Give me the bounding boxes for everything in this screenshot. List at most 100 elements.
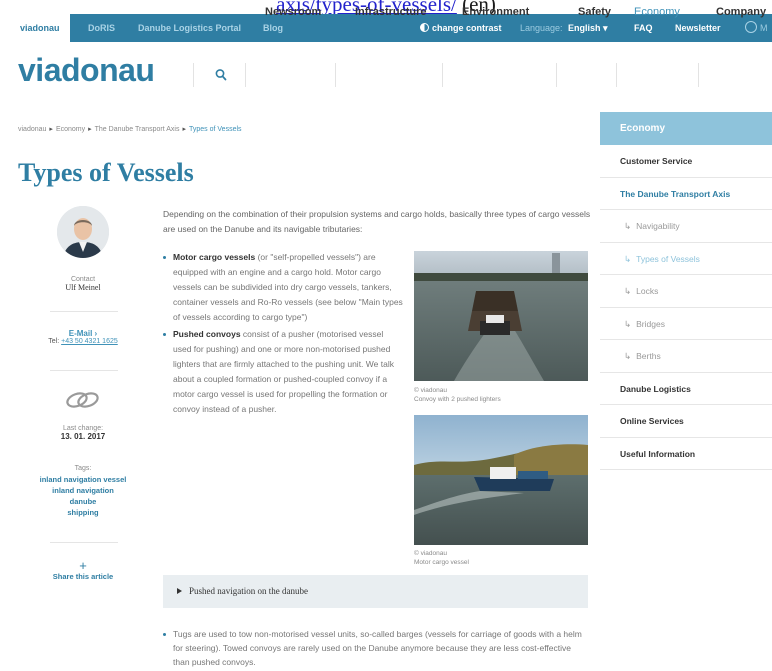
sub-arrow-icon: ↳ — [624, 318, 632, 329]
nav-divider — [335, 63, 336, 87]
sidebar-item-locks[interactable]: ↳ Locks — [600, 275, 772, 308]
convoy-caption: © viadonau Convoy with 2 pushed lighters — [414, 386, 501, 404]
link-icon — [66, 392, 99, 408]
sub-arrow-icon: ↳ — [624, 351, 632, 361]
breadcrumb-arrow-icon: ▸ — [88, 126, 92, 133]
bullet-text: Tugs are used to tow non-motorised vesse… — [173, 629, 582, 667]
sidebar-item-bridges[interactable]: ↳ Bridges — [600, 308, 772, 340]
sidebar-item-customer-service[interactable]: Customer Service — [600, 145, 772, 178]
divider — [50, 542, 118, 543]
breadcrumb-item[interactable]: The Danube Transport Axis — [95, 126, 180, 133]
tab-doris[interactable]: DoRIS — [78, 14, 125, 42]
share-label: Share this article — [52, 572, 114, 581]
tag-link[interactable]: danube — [22, 496, 144, 507]
nav-divider — [245, 63, 246, 87]
list-item: Motor cargo vessels (or "self-propelled … — [163, 250, 403, 325]
nav-divider — [616, 63, 617, 87]
bullet-text: consist of a pusher (motorised vessel us… — [173, 329, 394, 414]
nav-economy[interactable]: Economy — [634, 0, 680, 24]
photo-credit: © viadonau — [414, 387, 447, 394]
motor-cargo-image — [414, 415, 588, 545]
tel-label: Tel: — [48, 338, 60, 345]
sidebar-item-label: Berths — [636, 351, 661, 361]
bullet-heading: Pushed convoys — [173, 329, 241, 339]
tugs-list-item: Tugs are used to tow non-motorised vesse… — [163, 627, 588, 669]
site-logo[interactable]: viadonau — [18, 52, 155, 89]
newsletter-link[interactable]: Newsletter — [675, 14, 721, 42]
breadcrumb-arrow-icon: ▸ — [49, 126, 53, 133]
sub-arrow-icon: ↳ — [624, 286, 632, 296]
contact-block: Contact Ulf Meinel — [22, 276, 144, 292]
caret-down-icon: ▾ — [603, 23, 608, 33]
sidebar-item-label: Types of Vessels — [636, 253, 700, 264]
convoy-image — [414, 251, 588, 381]
contrast-icon — [420, 23, 429, 32]
nav-divider — [556, 63, 557, 87]
photo-credit: © viadonau — [414, 550, 447, 557]
avatar — [57, 206, 109, 258]
tags-block: Tags: inland navigation vessel inland na… — [22, 465, 144, 518]
breadcrumb-arrow-icon: ▸ — [182, 126, 186, 133]
tag-link[interactable]: inland navigation vessel — [22, 474, 144, 485]
language-value: English — [568, 23, 601, 33]
sidebar-item-label: Navigability — [636, 221, 680, 231]
email-link[interactable]: E-Mail › — [22, 329, 144, 338]
sidebar-heading[interactable]: Economy — [600, 112, 772, 145]
nav-divider — [698, 63, 699, 87]
sidebar-item-navigability[interactable]: ↳ Navigability — [600, 210, 772, 243]
breadcrumb: viadonau ▸ Economy ▸ The Danube Transport Ax… — [18, 125, 242, 133]
my-viadonau-label: M — [760, 23, 768, 33]
tab-danube-logistics-portal[interactable]: Danube Logistics Portal — [128, 14, 251, 42]
sidebar-item-types-of-vessels[interactable]: ↳ Types of Vessels — [600, 243, 772, 275]
nav-environment[interactable]: Environment — [462, 0, 529, 24]
intro-text: Depending on the combination of their pr… — [163, 209, 591, 234]
sidebar-item-label: Locks — [636, 286, 659, 296]
page-title: Types of Vessels — [18, 158, 194, 187]
nav-divider — [193, 63, 194, 87]
sidebar: Economy Customer Service The Danube Tran… — [600, 112, 772, 470]
bullet-heading: Motor cargo vessels — [173, 252, 256, 262]
share-button[interactable]: + Share this article — [22, 558, 144, 581]
contact-label: Contact — [70, 276, 96, 283]
tel-link[interactable]: +43 50 4321 1625 — [61, 338, 118, 345]
sidebar-item-useful-information[interactable]: Useful Information — [600, 438, 772, 470]
vessel-type-list: Motor cargo vessels (or "self-propelled … — [163, 250, 403, 419]
tag-link[interactable]: shipping — [22, 507, 144, 518]
divider — [50, 311, 118, 312]
tab-viadonau[interactable]: viadonau — [10, 14, 70, 42]
breadcrumb-current: Types of Vessels — [188, 126, 242, 133]
sidebar-item-danube-logistics[interactable]: Danube Logistics — [600, 373, 772, 405]
sub-arrow-icon: ↳ — [624, 253, 632, 264]
photo-caption: Convoy with 2 pushed lighters — [414, 396, 501, 403]
pushed-navigation-accordion[interactable]: Pushed navigation on the danube — [163, 575, 588, 608]
tags-label: Tags: — [74, 465, 92, 472]
bullet-text: (or "self-propelled vessels") are equipp… — [173, 252, 403, 322]
last-change-block: Last change: 13. 01. 2017 — [22, 425, 144, 441]
caret-right-icon — [177, 588, 182, 594]
contact-photo — [57, 206, 109, 258]
tag-link[interactable]: inland navigation — [22, 485, 144, 496]
search-icon[interactable] — [215, 68, 227, 82]
breadcrumb-item[interactable]: viadonau — [18, 126, 46, 133]
sidebar-item-online-services[interactable]: Online Services — [600, 405, 772, 438]
contact-links: E-Mail › Tel: +43 50 4321 1625 — [22, 329, 144, 345]
sidebar-item-berths[interactable]: ↳ Berths — [600, 340, 772, 373]
nav-safety[interactable]: Safety — [578, 0, 611, 24]
last-change-label: Last change: — [62, 425, 104, 432]
nav-newsroom[interactable]: Newsroom — [265, 0, 321, 24]
motor-cargo-photo[interactable] — [414, 415, 588, 545]
plus-icon: + — [79, 558, 87, 573]
breadcrumb-item[interactable]: Economy — [56, 126, 85, 133]
list-item: Pushed convoys consist of a pusher (moto… — [163, 327, 403, 417]
sub-arrow-icon: ↳ — [624, 221, 632, 231]
accordion-label: Pushed navigation on the danube — [189, 586, 308, 596]
nav-infrastructure[interactable]: Infrastructure — [355, 0, 427, 24]
sidebar-item-label: Bridges — [636, 318, 665, 329]
nav-company[interactable]: Company — [716, 0, 766, 24]
divider — [50, 370, 118, 371]
change-contrast-label: change contrast — [432, 23, 502, 33]
convoy-photo[interactable] — [414, 251, 588, 381]
sidebar-item-danube-transport-axis[interactable]: The Danube Transport Axis — [600, 178, 772, 210]
nav-divider — [442, 63, 443, 87]
photo-caption: Motor cargo vessel — [414, 559, 469, 566]
